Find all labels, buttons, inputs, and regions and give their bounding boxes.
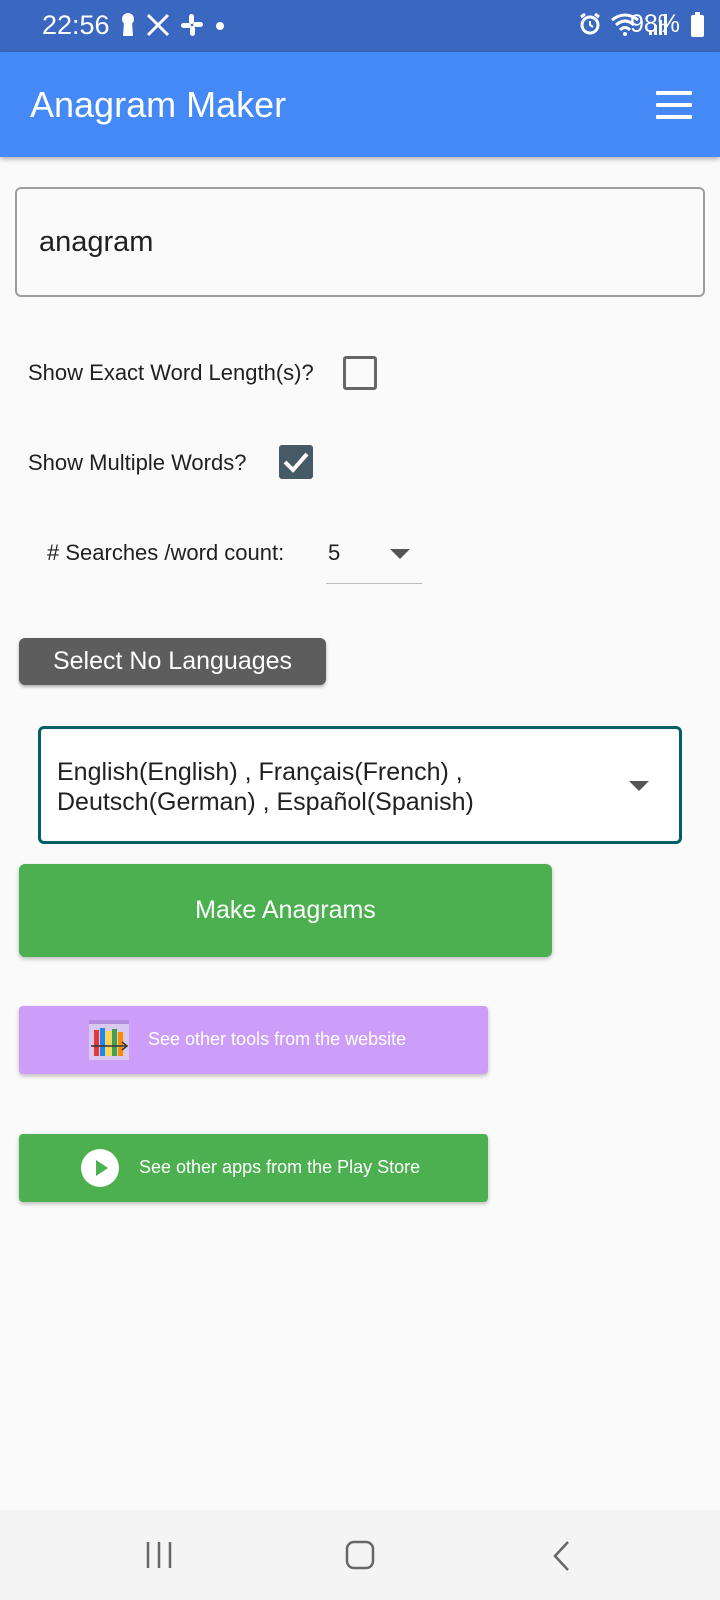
check-icon [283,452,309,473]
word-input[interactable] [15,187,705,297]
play-store-button[interactable]: See other apps from the Play Store [19,1134,488,1202]
status-time: 22:56 [42,10,110,40]
back-icon[interactable] [552,1540,572,1572]
app-title: Anagram Maker [30,84,287,125]
system-nav-bar [0,1510,720,1600]
chevron-down-icon [629,781,649,791]
language-select[interactable]: English(English) , Français(French) , De… [38,726,682,844]
searches-count-value: 5 [328,540,341,565]
slack-icon [181,14,203,36]
x-icon [146,13,170,37]
website-logo-icon [89,1020,129,1060]
battery-percent: 98% [629,10,680,38]
exact-length-label: Show Exact Word Length(s)? [28,360,314,385]
make-anagrams-button[interactable]: Make Anagrams [19,864,552,957]
select-no-languages-button[interactable]: Select No Languages [19,638,326,685]
app-bar: Anagram Maker [0,52,720,157]
hamburger-menu-icon[interactable] [656,91,692,119]
searches-count-select[interactable]: 5 [326,534,422,584]
battery-icon [691,12,704,37]
keyhole-icon [122,13,134,36]
recent-apps-icon[interactable] [145,1540,173,1570]
play-icon [81,1149,119,1187]
dot-icon [216,22,224,30]
play-store-label: See other apps from the Play Store [139,1157,421,1177]
multiple-words-label: Show Multiple Words? [28,450,247,475]
selected-languages: English(English) , Français(French) , De… [57,758,474,816]
chevron-down-icon [390,549,410,559]
website-tools-label: See other tools from the website [148,1029,407,1049]
status-left-icons [120,12,226,38]
status-bar: 22:56 98% [0,0,720,52]
searches-label: # Searches /word count: [47,540,285,565]
multiple-words-checkbox[interactable] [279,445,313,479]
exact-length-checkbox[interactable] [343,356,377,390]
home-icon[interactable] [345,1540,375,1570]
alarm-icon [580,12,600,35]
website-tools-button[interactable]: See other tools from the website [19,1006,488,1074]
